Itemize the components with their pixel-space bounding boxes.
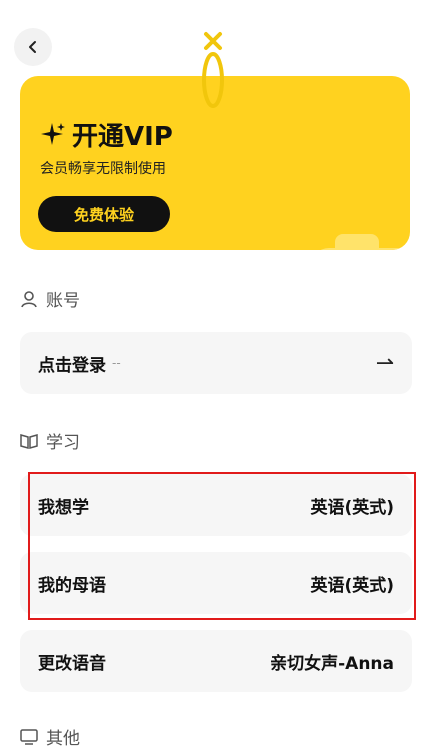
monitor-icon [20, 728, 38, 745]
vip-subtitle: 会员畅享无限制使用 [40, 161, 166, 177]
book-icon [20, 433, 38, 449]
section-study-label: 学习 [46, 433, 80, 453]
learn-language-label: 我想学 [38, 497, 89, 518]
user-icon [21, 290, 37, 307]
learn-language-value: 英语(英式) [310, 497, 394, 518]
section-account: 账号 [20, 286, 80, 311]
login-label: 点击登录 [38, 355, 106, 376]
login-arrow-icon: ⇀ [375, 350, 394, 376]
change-voice-label: 更改语音 [38, 653, 106, 674]
vip-title: 开通VIP [40, 116, 173, 153]
back-button[interactable] [14, 28, 52, 66]
vip-title-text: 开通VIP [72, 122, 173, 152]
camera-icon [320, 234, 410, 250]
section-other-label: 其他 [46, 729, 80, 749]
section-other: 其他 [20, 724, 80, 749]
free-trial-button[interactable]: 免费体验 [38, 196, 170, 232]
native-language-value: 英语(英式) [310, 575, 394, 596]
change-voice-value: 亲切女声-Anna [270, 653, 394, 674]
section-study: 学习 [20, 428, 80, 453]
native-language-row[interactable]: 我的母语 英语(英式) [20, 552, 412, 614]
login-row[interactable]: 点击登录 -- ⇀ [20, 332, 412, 394]
hang-tag-icon [202, 32, 224, 108]
login-dash: -- [112, 356, 121, 370]
learn-language-row[interactable]: 我想学 英语(英式) [20, 474, 412, 536]
chevron-left-icon [29, 41, 36, 53]
native-language-label: 我的母语 [38, 575, 106, 596]
change-voice-row[interactable]: 更改语音 亲切女声-Anna [20, 630, 412, 692]
sparkle-icon [41, 122, 65, 145]
section-account-label: 账号 [46, 291, 80, 311]
